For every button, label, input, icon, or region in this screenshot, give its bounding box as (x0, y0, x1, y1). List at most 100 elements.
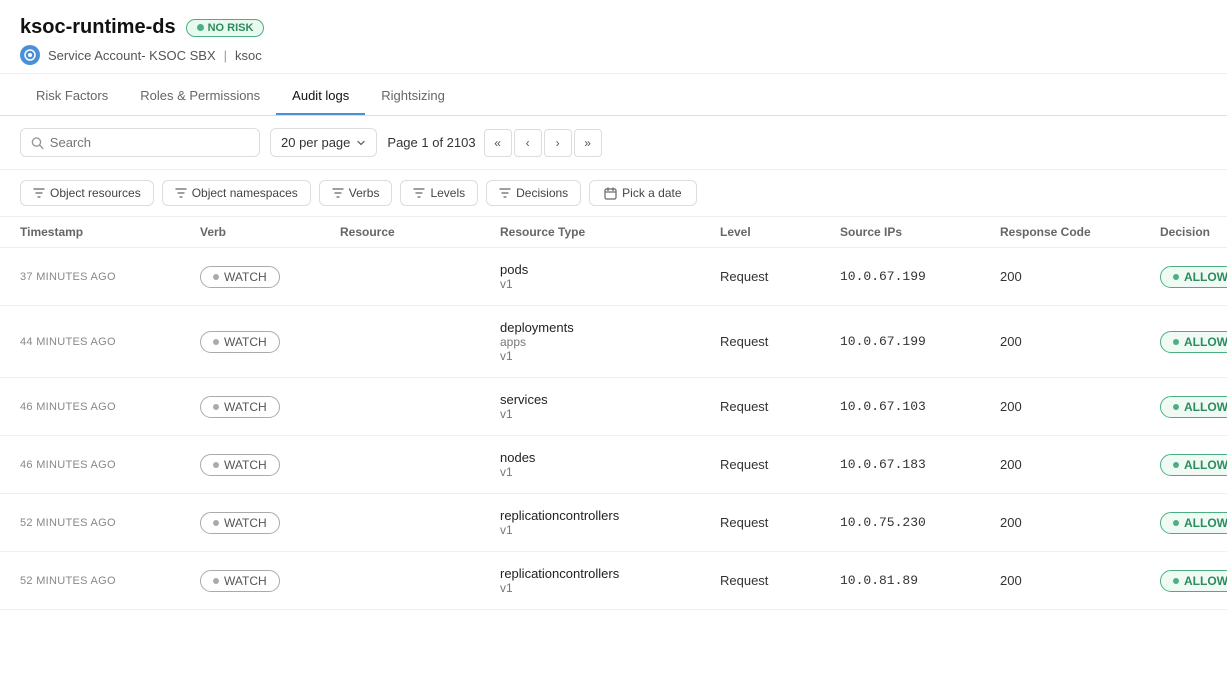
filters-bar: Object resources Object namespaces Verbs… (0, 170, 1227, 217)
tab-rightsizing[interactable]: Rightsizing (365, 78, 461, 115)
table-row: 52 MINUTES AGO WATCH replicationcontroll… (0, 552, 1227, 610)
resource-type-name: services (500, 392, 720, 407)
verb-dot (213, 578, 219, 584)
col-response-code: Response Code (1000, 225, 1160, 239)
search-icon (31, 136, 44, 150)
decision-dot (1173, 404, 1179, 410)
verb-cell: WATCH (200, 396, 340, 418)
response-code-cell: 200 (1000, 269, 1160, 284)
decision-label: ALLOW (1184, 400, 1227, 414)
date-picker-button[interactable]: Pick a date (589, 180, 696, 206)
resource-type-cell: deploymentsappsv1 (500, 320, 720, 363)
level-cell: Request (720, 334, 840, 349)
level-cell: Request (720, 457, 840, 472)
next-page-button[interactable]: › (544, 129, 572, 157)
col-timestamp: Timestamp (20, 225, 200, 239)
resource-type-name: nodes (500, 450, 720, 465)
verb-label: WATCH (224, 458, 267, 472)
search-box (20, 128, 260, 157)
filter-object-resources-label: Object resources (50, 186, 141, 200)
decision-cell: ALLOW (1160, 396, 1227, 418)
verb-dot (213, 520, 219, 526)
resource-type-sub: v1 (500, 407, 720, 421)
filter-verbs[interactable]: Verbs (319, 180, 393, 206)
resource-type-name: deployments (500, 320, 720, 335)
verb-badge: WATCH (200, 396, 280, 418)
table-body: 37 MINUTES AGO WATCH podsv1 Request 10.0… (0, 248, 1227, 610)
filter-decisions-label: Decisions (516, 186, 568, 200)
level-cell: Request (720, 515, 840, 530)
tab-roles-permissions[interactable]: Roles & Permissions (124, 78, 276, 115)
verb-dot (213, 339, 219, 345)
tab-risk-factors[interactable]: Risk Factors (20, 78, 124, 115)
decision-dot (1173, 520, 1179, 526)
page-info: Page 1 of 2103 (387, 135, 475, 150)
date-filter-label: Pick a date (622, 186, 681, 200)
filter-levels[interactable]: Levels (400, 180, 478, 206)
filter-decisions[interactable]: Decisions (486, 180, 581, 206)
decision-dot (1173, 339, 1179, 345)
resource-type-sub: apps (500, 335, 720, 349)
verb-badge: WATCH (200, 331, 280, 353)
source-ip-cell: 10.0.67.199 (840, 269, 1000, 284)
verb-dot (213, 274, 219, 280)
subtitle-row: Service Account- KSOC SBX | ksoc (20, 45, 1207, 65)
timestamp-cell: 52 MINUTES AGO (20, 575, 200, 587)
decision-badge: ALLOW (1160, 331, 1227, 353)
resource-type-sub: v1 (500, 523, 720, 537)
risk-badge-dot (197, 24, 204, 31)
calendar-icon (604, 187, 617, 200)
source-ip-cell: 10.0.75.230 (840, 515, 1000, 530)
toolbar: 20 per page Page 1 of 2103 « ‹ › » (0, 116, 1227, 170)
first-page-button[interactable]: « (484, 129, 512, 157)
source-ip-cell: 10.0.67.199 (840, 334, 1000, 349)
risk-badge-label: NO RISK (208, 22, 254, 34)
filter-icon (33, 187, 45, 199)
tab-bar: Risk Factors Roles & Permissions Audit l… (0, 78, 1227, 116)
level-cell: Request (720, 573, 840, 588)
filter-icon (175, 187, 187, 199)
per-page-select[interactable]: 20 per page (270, 128, 377, 157)
response-code-cell: 200 (1000, 457, 1160, 472)
tab-audit-logs[interactable]: Audit logs (276, 78, 365, 115)
prev-page-button[interactable]: ‹ (514, 129, 542, 157)
decision-badge: ALLOW (1160, 570, 1227, 592)
page-header: ksoc-runtime-ds NO RISK Service Account-… (0, 0, 1227, 74)
filter-icon (413, 187, 425, 199)
decision-cell: ALLOW (1160, 512, 1227, 534)
filter-object-resources[interactable]: Object resources (20, 180, 154, 206)
divider: | (224, 48, 227, 63)
resource-type-sub: v1 (500, 581, 720, 595)
verb-label: WATCH (224, 516, 267, 530)
timestamp-cell: 46 MINUTES AGO (20, 459, 200, 471)
service-icon (20, 45, 40, 65)
decision-badge: ALLOW (1160, 512, 1227, 534)
verb-badge: WATCH (200, 570, 280, 592)
verb-badge: WATCH (200, 512, 280, 534)
last-page-button[interactable]: » (574, 129, 602, 157)
decision-label: ALLOW (1184, 516, 1227, 530)
decision-cell: ALLOW (1160, 570, 1227, 592)
response-code-cell: 200 (1000, 399, 1160, 414)
resource-type-sub: v1 (500, 465, 720, 479)
verb-label: WATCH (224, 335, 267, 349)
filter-object-namespaces[interactable]: Object namespaces (162, 180, 311, 206)
decision-label: ALLOW (1184, 270, 1227, 284)
verb-cell: WATCH (200, 266, 340, 288)
resource-type-name: pods (500, 262, 720, 277)
level-cell: Request (720, 269, 840, 284)
filter-icon (499, 187, 511, 199)
source-ip-cell: 10.0.81.89 (840, 573, 1000, 588)
decision-label: ALLOW (1184, 335, 1227, 349)
per-page-label: 20 per page (281, 135, 350, 150)
col-level: Level (720, 225, 840, 239)
verb-dot (213, 462, 219, 468)
service-label: Service Account- KSOC SBX (48, 48, 216, 63)
verb-cell: WATCH (200, 454, 340, 476)
verb-label: WATCH (224, 574, 267, 588)
col-source-ips: Source IPs (840, 225, 1000, 239)
search-input[interactable] (50, 135, 249, 150)
service-name: ksoc (235, 48, 262, 63)
filter-verbs-label: Verbs (349, 186, 380, 200)
resource-type-name: replicationcontrollers (500, 508, 720, 523)
